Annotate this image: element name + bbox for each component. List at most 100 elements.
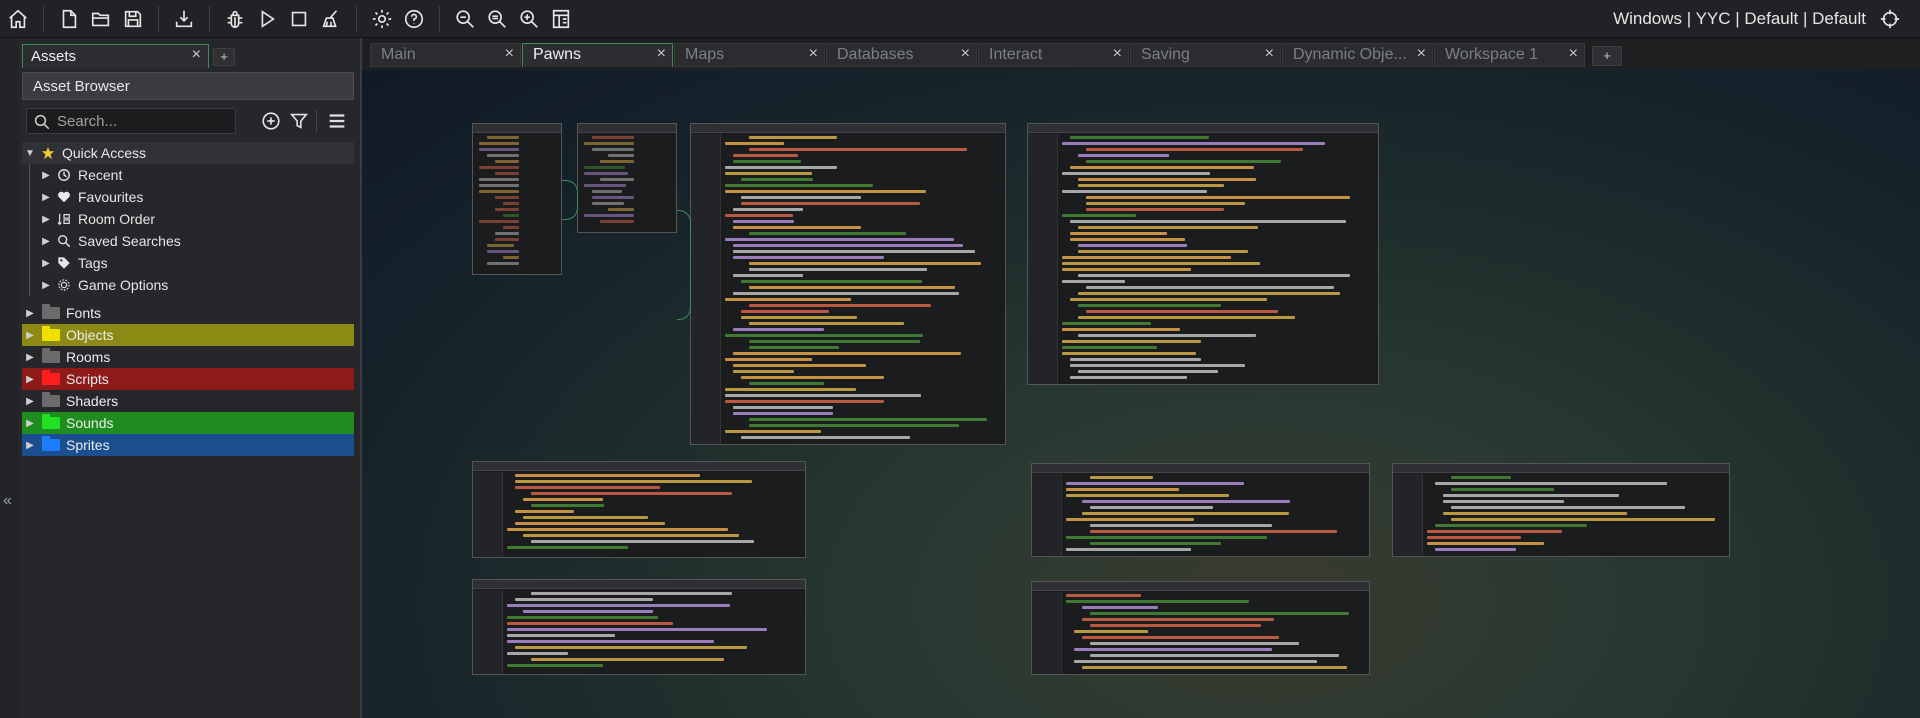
asset-folder-rooms[interactable]: ▶ Rooms — [22, 346, 354, 368]
asset-folder-scripts[interactable]: ▶ Scripts — [22, 368, 354, 390]
window-titlebar[interactable] — [473, 580, 805, 589]
window-titlebar[interactable] — [1393, 464, 1729, 473]
code-editor-window[interactable] — [690, 123, 1006, 445]
quick-access-item[interactable]: ▶ Saved Searches — [22, 230, 354, 252]
window-body[interactable] — [691, 134, 1005, 444]
collapsed-arrow-icon[interactable]: ▶ — [22, 308, 38, 319]
new-project-button[interactable] — [54, 4, 84, 34]
help-button[interactable] — [399, 4, 429, 34]
search-input[interactable] — [57, 112, 227, 130]
add-workspace-button[interactable]: + — [1592, 46, 1622, 66]
window-titlebar[interactable] — [691, 124, 1005, 133]
code-editor-window[interactable] — [1027, 123, 1379, 385]
window-body[interactable] — [1393, 474, 1729, 556]
object-editor-window[interactable] — [472, 123, 562, 275]
collapsed-arrow-icon[interactable]: ▶ — [22, 352, 38, 363]
workspace-tab[interactable]: Pawns × — [522, 43, 673, 67]
window-titlebar[interactable] — [578, 124, 676, 133]
quick-access-item[interactable]: ▶ Game Options — [22, 274, 354, 296]
quick-access-item[interactable]: ▶ Recent — [22, 164, 354, 186]
code-editor-window[interactable] — [1031, 463, 1370, 557]
search-box[interactable] — [26, 108, 236, 134]
window-body[interactable] — [1032, 474, 1369, 556]
window-body[interactable] — [1032, 592, 1369, 674]
clean-button[interactable] — [316, 4, 346, 34]
window-titlebar[interactable] — [1028, 124, 1378, 133]
asset-menu-button[interactable] — [326, 110, 348, 132]
workspace-tab[interactable]: Workspace 1 × — [1434, 43, 1585, 67]
quick-access-item[interactable]: ▶ Tags — [22, 252, 354, 274]
debug-button[interactable] — [220, 4, 250, 34]
filter-button[interactable] — [288, 110, 310, 132]
code-editor-window[interactable] — [472, 461, 806, 558]
collapsed-arrow-icon[interactable]: ▶ — [38, 170, 54, 181]
preferences-button[interactable] — [367, 4, 397, 34]
collapsed-arrow-icon[interactable]: ▶ — [38, 214, 54, 225]
create-asset-button[interactable] — [260, 110, 282, 132]
window-body[interactable] — [1028, 134, 1378, 384]
collapsed-arrow-icon[interactable]: ▶ — [22, 396, 38, 407]
workspace-tab[interactable]: Interact × — [978, 43, 1129, 67]
close-icon[interactable]: × — [809, 45, 818, 63]
assets-tab[interactable]: Assets × — [22, 44, 209, 68]
asset-folder-sounds[interactable]: ▶ Sounds — [22, 412, 354, 434]
collapsed-arrow-icon[interactable]: ▶ — [22, 374, 38, 385]
run-button[interactable] — [252, 4, 282, 34]
window-body[interactable] — [473, 472, 805, 557]
workspace-tab[interactable]: Maps × — [674, 43, 825, 67]
code-editor-window[interactable] — [1031, 581, 1370, 675]
window-titlebar[interactable] — [473, 124, 561, 133]
workspace-tab[interactable]: Dynamic Obje... × — [1282, 43, 1433, 67]
events-window[interactable] — [577, 123, 677, 233]
workspace-tab[interactable]: Databases × — [826, 43, 977, 67]
zoom-reset-button[interactable] — [482, 4, 512, 34]
asset-folder-sprites[interactable]: ▶ Sprites — [22, 434, 354, 456]
code-editor-window[interactable] — [1392, 463, 1730, 557]
window-body[interactable] — [473, 590, 805, 674]
zoom-out-button[interactable] — [450, 4, 480, 34]
window-titlebar[interactable] — [1032, 464, 1369, 473]
close-icon[interactable]: × — [192, 46, 201, 64]
quick-access-row[interactable]: ▼ Quick Access — [22, 142, 354, 164]
quick-access-item[interactable]: ▶ Room Order — [22, 208, 354, 230]
quick-access-item[interactable]: ▶ Favourites — [22, 186, 354, 208]
workspace-tab[interactable]: Saving × — [1130, 43, 1281, 67]
target-settings-button[interactable] — [1875, 4, 1905, 34]
close-icon[interactable]: × — [961, 45, 970, 63]
target-info[interactable]: Windows | YYC | Default | Default — [1613, 9, 1866, 29]
workspace-tab[interactable]: Main × — [370, 43, 521, 67]
code-editor-window[interactable] — [472, 579, 806, 675]
collapsed-arrow-icon[interactable]: ▶ — [22, 330, 38, 341]
open-project-button[interactable] — [86, 4, 116, 34]
add-panel-button[interactable]: + — [213, 48, 235, 66]
window-titlebar[interactable] — [1032, 582, 1369, 591]
panel-collapse-strip[interactable]: « — [0, 38, 18, 718]
collapse-arrow-icon[interactable]: « — [3, 492, 12, 510]
window-body[interactable] — [473, 134, 561, 274]
zoom-in-button[interactable] — [514, 4, 544, 34]
expanded-arrow-icon[interactable]: ▼ — [22, 148, 38, 159]
create-executable-button[interactable] — [169, 4, 199, 34]
save-project-button[interactable] — [118, 4, 148, 34]
home-button[interactable] — [3, 4, 33, 34]
collapsed-arrow-icon[interactable]: ▶ — [38, 280, 54, 291]
workspace-canvas[interactable] — [362, 70, 1920, 718]
asset-folder-fonts[interactable]: ▶ Fonts — [22, 302, 354, 324]
asset-folder-objects[interactable]: ▶ Objects — [22, 324, 354, 346]
close-icon[interactable]: × — [505, 45, 514, 63]
window-titlebar[interactable] — [473, 462, 805, 471]
window-body[interactable] — [578, 134, 676, 232]
collapsed-arrow-icon[interactable]: ▶ — [22, 418, 38, 429]
close-icon[interactable]: × — [1113, 45, 1122, 63]
collapsed-arrow-icon[interactable]: ▶ — [38, 236, 54, 247]
collapsed-arrow-icon[interactable]: ▶ — [38, 192, 54, 203]
collapsed-arrow-icon[interactable]: ▶ — [38, 258, 54, 269]
close-icon[interactable]: × — [657, 45, 666, 63]
asset-folder-shaders[interactable]: ▶ Shaders — [22, 390, 354, 412]
close-icon[interactable]: × — [1265, 45, 1274, 63]
stop-button[interactable] — [284, 4, 314, 34]
workspace-layout-button[interactable] — [546, 4, 576, 34]
close-icon[interactable]: × — [1569, 45, 1578, 63]
close-icon[interactable]: × — [1417, 45, 1426, 63]
collapsed-arrow-icon[interactable]: ▶ — [22, 440, 38, 451]
